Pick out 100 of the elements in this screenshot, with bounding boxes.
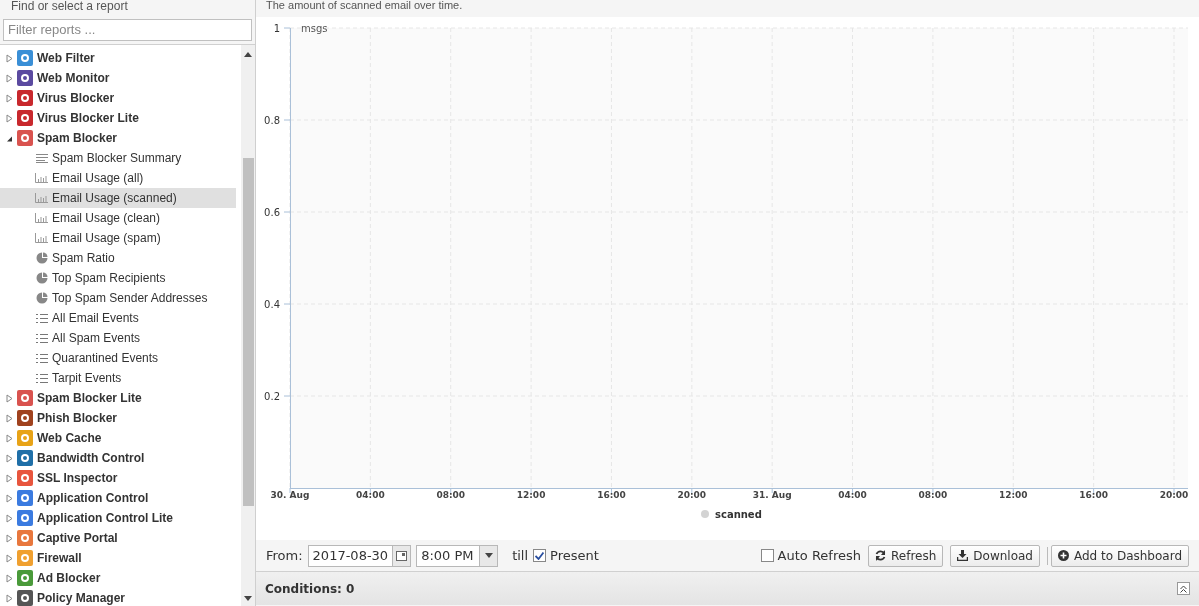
tree-item[interactable]: Email Usage (clean) bbox=[0, 208, 236, 228]
download-button[interactable]: Download bbox=[950, 544, 1040, 567]
tree-node[interactable]: Web Cache bbox=[0, 428, 241, 448]
add-icon bbox=[1058, 550, 1069, 561]
x-tick-label: 04:00 bbox=[356, 490, 385, 500]
x-tick-label: 12:00 bbox=[516, 490, 546, 500]
tree-node[interactable]: Web Monitor bbox=[0, 68, 241, 88]
expand-arrow-icon[interactable] bbox=[6, 73, 13, 83]
expand-arrow-icon[interactable] bbox=[6, 113, 13, 123]
calendar-icon[interactable] bbox=[396, 550, 408, 561]
date-field[interactable]: 2017-08-30 bbox=[307, 544, 412, 567]
panel-title: Find or select a report bbox=[10, 0, 129, 15]
x-tick-label: 04:00 bbox=[838, 490, 867, 500]
legend-label: scanned bbox=[715, 509, 762, 520]
y-tick-label: 0.2 bbox=[264, 391, 280, 402]
refresh-icon bbox=[875, 550, 886, 561]
tree-item[interactable]: Email Usage (scanned) bbox=[0, 188, 236, 208]
expand-arrow-icon[interactable] bbox=[6, 553, 13, 563]
tree-node[interactable]: Virus Blocker Lite bbox=[0, 108, 241, 128]
tree-item[interactable]: Top Spam Sender Addresses bbox=[0, 288, 236, 308]
tree-node[interactable]: Spam Blocker Lite bbox=[0, 388, 241, 408]
chevron-up-icon bbox=[1180, 584, 1187, 593]
expand-arrow-icon[interactable] bbox=[6, 593, 13, 603]
y-axis-title: msgs bbox=[301, 23, 328, 34]
tree-node[interactable]: Virus Blocker bbox=[0, 88, 241, 108]
report-description: The amount of scanned email over time. bbox=[265, 0, 464, 13]
list-icon bbox=[35, 373, 48, 383]
tree-item[interactable]: Quarantined Events bbox=[0, 348, 236, 368]
tree-item[interactable]: Tarpit Events bbox=[0, 368, 236, 388]
summary-icon bbox=[35, 153, 48, 163]
auto-refresh-checkbox[interactable]: Auto Refresh bbox=[760, 545, 861, 566]
y-tick-label: 0.8 bbox=[264, 115, 280, 126]
checkmark-icon bbox=[535, 551, 545, 560]
scrollbar-thumb[interactable] bbox=[242, 158, 254, 506]
tree-item[interactable]: Top Spam Recipients bbox=[0, 268, 236, 288]
x-tick-label: 12:00 bbox=[998, 490, 1028, 500]
pie-chart-icon bbox=[35, 292, 48, 304]
x-tick-label: 08:00 bbox=[918, 490, 948, 500]
refresh-button[interactable]: Refresh bbox=[868, 544, 944, 567]
till-label: till bbox=[512, 546, 529, 565]
x-tick-label: 31. Aug bbox=[752, 490, 792, 500]
bar-chart-icon bbox=[35, 173, 48, 183]
expand-arrow-icon[interactable] bbox=[6, 93, 13, 103]
time-dropdown[interactable]: 8:00 PM bbox=[416, 544, 499, 567]
tree-node[interactable]: Firewall bbox=[0, 548, 241, 568]
tree-node[interactable]: Policy Manager bbox=[0, 588, 241, 606]
expand-arrow-icon[interactable] bbox=[6, 413, 13, 423]
expand-arrow-icon[interactable] bbox=[6, 573, 13, 583]
expand-arrow-icon[interactable] bbox=[6, 453, 13, 463]
y-tick-label: 1 bbox=[273, 23, 280, 34]
x-tick-label: 20:00 bbox=[1159, 490, 1189, 500]
conditions-title: Conditions: 0 bbox=[265, 580, 355, 598]
tree-node[interactable]: Captive Portal bbox=[0, 528, 241, 548]
expand-arrow-icon[interactable] bbox=[6, 433, 13, 443]
tree-node[interactable]: SSL Inspector bbox=[0, 468, 241, 488]
expand-arrow-icon[interactable] bbox=[6, 473, 13, 483]
scroll-down-icon[interactable] bbox=[244, 596, 252, 601]
tree-node[interactable]: Spam Blocker bbox=[0, 128, 241, 148]
tree-node[interactable]: Ad Blocker bbox=[0, 568, 241, 588]
expand-arrow-icon[interactable] bbox=[6, 513, 13, 523]
tree-node[interactable]: Application Control bbox=[0, 488, 241, 508]
tree-node[interactable]: Web Filter bbox=[0, 48, 241, 68]
y-tick-label: 0.4 bbox=[264, 299, 280, 310]
x-tick-label: 16:00 bbox=[1079, 490, 1108, 500]
list-icon bbox=[35, 333, 48, 343]
list-icon bbox=[35, 353, 48, 363]
tree-item[interactable]: Email Usage (spam) bbox=[0, 228, 236, 248]
collapse-button[interactable] bbox=[1177, 582, 1190, 595]
tree-item[interactable]: All Spam Events bbox=[0, 328, 236, 348]
tree-node[interactable]: Bandwidth Control bbox=[0, 448, 241, 468]
bar-chart-icon bbox=[35, 213, 48, 223]
x-tick-label: 30. Aug bbox=[270, 490, 310, 500]
x-tick-label: 20:00 bbox=[677, 490, 707, 500]
tree-item[interactable]: Spam Blocker Summary bbox=[0, 148, 236, 168]
x-tick-label: 16:00 bbox=[597, 490, 626, 500]
pie-chart-icon bbox=[35, 272, 48, 284]
y-tick-label: 0.6 bbox=[264, 207, 280, 218]
scroll-up-icon[interactable] bbox=[244, 52, 252, 57]
tree-node[interactable]: Application Control Lite bbox=[0, 508, 241, 528]
download-icon bbox=[957, 550, 969, 561]
expand-arrow-icon[interactable] bbox=[6, 53, 13, 63]
from-label: From: bbox=[266, 546, 303, 565]
pie-chart-icon bbox=[35, 252, 48, 264]
x-tick-label: 08:00 bbox=[436, 490, 466, 500]
tree-item[interactable]: Spam Ratio bbox=[0, 248, 236, 268]
add-button[interactable]: Add to Dashboard bbox=[1051, 544, 1189, 567]
tree-item[interactable]: Email Usage (all) bbox=[0, 168, 236, 188]
expand-arrow-icon[interactable] bbox=[6, 533, 13, 543]
bar-chart-icon bbox=[35, 193, 48, 203]
caret-icon bbox=[484, 553, 493, 558]
tree-item[interactable]: All Email Events bbox=[0, 308, 236, 328]
tree-node[interactable]: Phish Blocker bbox=[0, 408, 241, 428]
expand-arrow-icon[interactable] bbox=[6, 393, 13, 403]
present-checkbox[interactable]: Present bbox=[533, 545, 599, 566]
filter-field[interactable]: Filter reports ... bbox=[3, 18, 252, 41]
scrollbar[interactable] bbox=[241, 45, 255, 606]
bar-chart-icon bbox=[35, 233, 48, 243]
list-icon bbox=[35, 313, 48, 323]
expand-arrow-icon[interactable] bbox=[6, 493, 13, 503]
legend-item[interactable]: scanned bbox=[701, 509, 762, 520]
